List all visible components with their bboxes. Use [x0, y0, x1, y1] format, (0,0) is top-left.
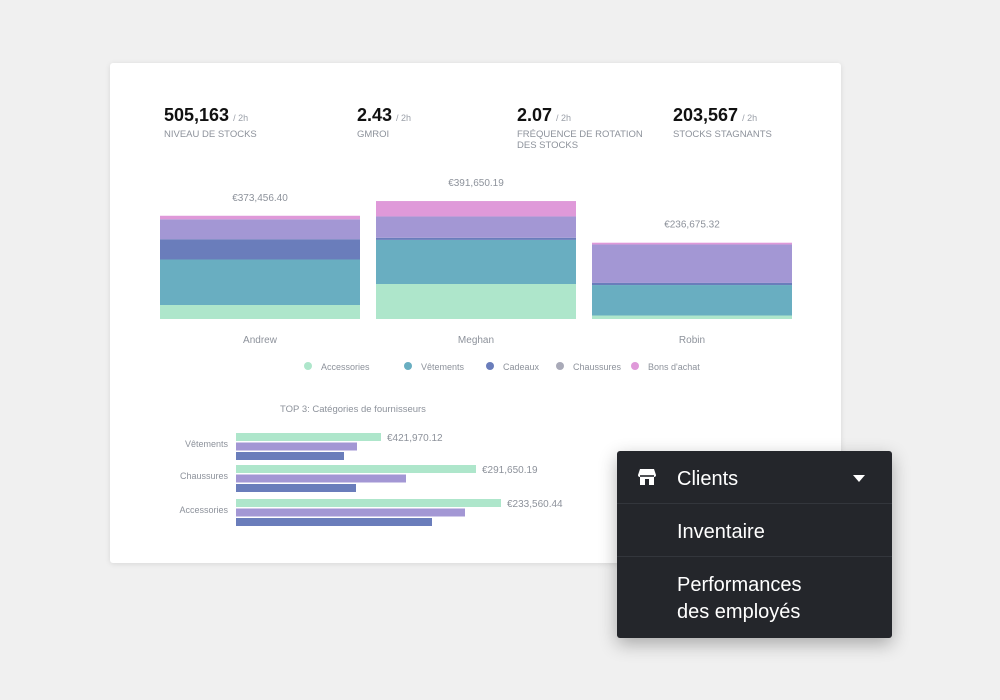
bar-total-label: €391,650.19	[448, 178, 504, 189]
stacked-bar-segment	[376, 201, 576, 217]
legend-swatch	[486, 362, 494, 370]
menu-label-line: des employés	[677, 601, 801, 623]
legend-label: Chaussures	[573, 362, 622, 372]
stacked-bar-segment	[592, 315, 792, 319]
kpi-turnover: 2.07/ 2h FRÉQUENCE DE ROTATION DES STOCK…	[517, 105, 652, 151]
stacked-bar-segment	[592, 285, 792, 316]
hbar-bar	[236, 518, 432, 526]
kpi-period: / 2h	[233, 113, 249, 123]
kpi-value: 505,163	[164, 105, 230, 125]
kpi-period: / 2h	[742, 113, 758, 123]
stacked-bar-segment	[160, 259, 360, 305]
menu-label-inventaire: Inventaire	[677, 521, 765, 543]
stacked-bar-segment	[592, 244, 792, 283]
hbar-bar	[236, 442, 357, 451]
store-icon	[638, 469, 656, 485]
hbar-value-label: €291,650.19	[482, 465, 538, 476]
hbar-value-label: €233,560.44	[507, 499, 563, 510]
kpi-label: FRÉQUENCE DE ROTATION DES STOCKS	[517, 129, 643, 151]
stacked-bar-segment	[160, 305, 360, 319]
kpi-period: / 2h	[396, 113, 412, 123]
stacked-bar-segment	[160, 239, 360, 260]
kpi-gmroi: 2.43/ 2h GMROI	[357, 105, 411, 140]
stacked-bar-segment	[376, 237, 576, 240]
hbar-bar	[236, 452, 344, 460]
stacked-bar-segment	[160, 215, 360, 220]
stacked-bar-segment	[592, 282, 792, 286]
legend-label: Accessories	[321, 362, 370, 372]
legend-swatch	[631, 362, 639, 370]
hbar-category-label: Chaussures	[180, 471, 229, 481]
stacked-bar-segment	[376, 216, 576, 238]
stacked-bar-segment	[592, 242, 792, 245]
hbar-bar	[236, 474, 406, 483]
kpi-label: STOCKS STAGNANTS	[673, 129, 772, 140]
kpi-stock-level: 505,163/ 2h NIVEAU DE STOCKS	[164, 105, 257, 140]
bar-total-label: €236,675.32	[664, 220, 720, 231]
stacked-bar-segment	[160, 219, 360, 240]
menu-label-line: Performances	[677, 574, 802, 596]
kpi-period: / 2h	[556, 113, 572, 123]
legend-swatch	[304, 362, 312, 370]
legend-swatch	[404, 362, 412, 370]
hbar-bar	[236, 465, 476, 473]
kpi-stagnant-stock: 203,567/ 2h STOCKS STAGNANTS	[673, 105, 772, 140]
nav-dropdown-menu: Clients Inventaire Performances des empl…	[617, 451, 892, 638]
stacked-bar-segment	[376, 284, 576, 319]
stacked-bar-chart: €373,456.40 Andrew €391,650.19 Meghan €236,6…	[160, 178, 792, 372]
hbar-bar	[236, 433, 381, 441]
kpi-value: 2.43	[357, 105, 393, 125]
legend-swatch	[556, 362, 564, 370]
category-label: Andrew	[243, 335, 278, 346]
bar-total-label: €373,456.40	[232, 193, 288, 204]
hbar-value-label: €421,970.12	[387, 433, 443, 444]
menu-item-employee-performance[interactable]: Performances des employés	[617, 558, 892, 638]
kpi-value: 203,567	[673, 105, 739, 125]
category-label: Robin	[679, 335, 705, 346]
menu-label-clients: Clients	[677, 468, 739, 490]
hbar-bar	[236, 484, 356, 492]
hbar-bar	[236, 508, 465, 517]
menu-label-employee-performance: Performances des employés	[677, 572, 802, 626]
category-label: Meghan	[458, 335, 494, 346]
kpi-label: GMROI	[357, 129, 390, 140]
menu-item-clients[interactable]: Clients	[617, 451, 892, 504]
menu-item-inventaire[interactable]: Inventaire	[617, 504, 892, 557]
chevron-down-icon[interactable]	[853, 475, 865, 482]
kpi-value: 2.07	[517, 105, 553, 125]
hbar-bar	[236, 499, 501, 507]
hbar-category-label: Accessories	[179, 505, 228, 515]
legend-label: Bons d'achat	[648, 362, 700, 372]
hbar-chart-title: TOP 3: Catégories de fournisseurs	[280, 404, 426, 415]
legend-label: Cadeaux	[503, 362, 540, 372]
legend-label: Vêtements	[421, 362, 465, 372]
stacked-bar-segment	[376, 239, 576, 284]
kpi-label: NIVEAU DE STOCKS	[164, 129, 257, 140]
hbar-category-label: Vêtements	[185, 439, 229, 449]
